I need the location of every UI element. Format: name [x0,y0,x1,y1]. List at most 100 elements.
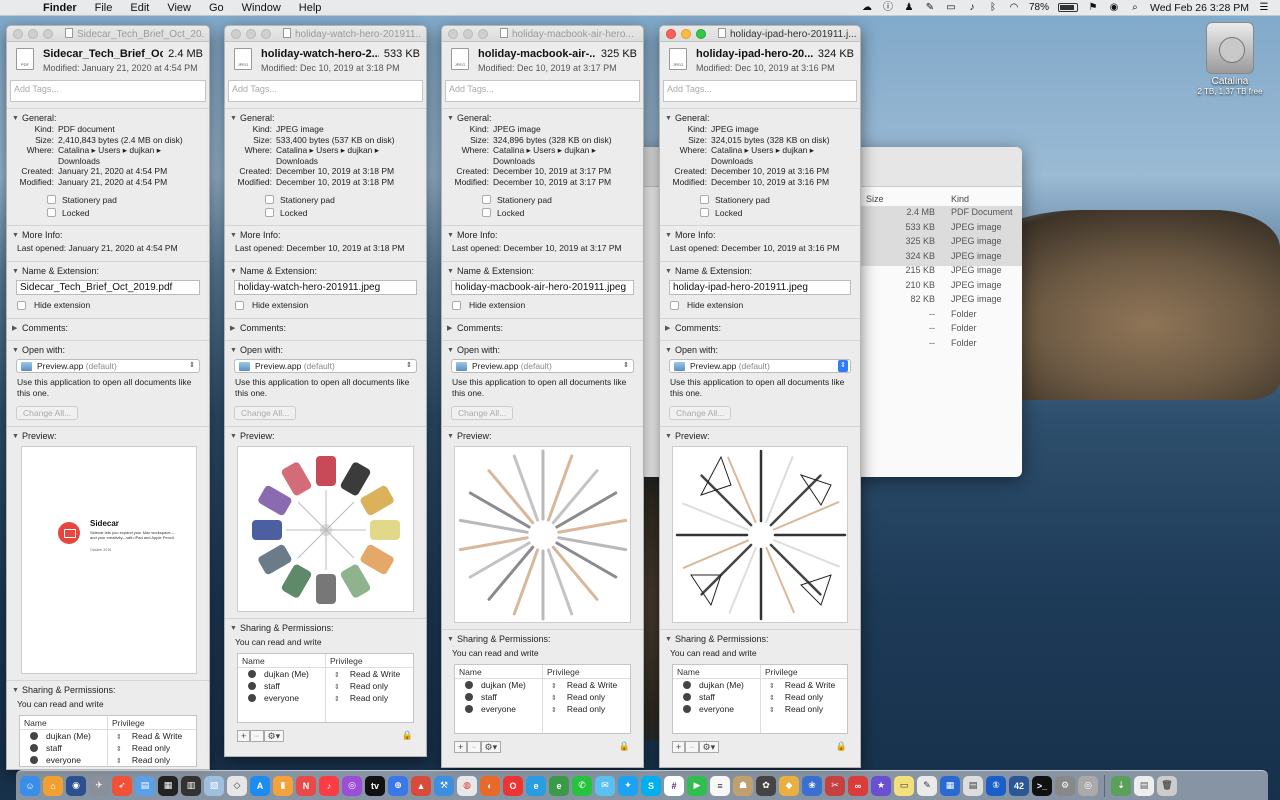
news-dock-icon[interactable]: N [296,775,316,796]
flag-icon[interactable]: ⚑ [1087,2,1099,13]
imovie-dock-icon[interactable]: ★ [871,775,891,796]
sketch-dock-icon[interactable]: ◆ [779,775,799,796]
locked-checkbox[interactable]: Locked [660,206,860,219]
section-comments[interactable]: ▶ Comments: [442,322,643,334]
menu-help[interactable]: Help [290,2,331,14]
whatsapp-dock-icon[interactable]: ✆ [572,775,592,796]
onepassword-icon[interactable]: ⓘ [882,2,894,13]
section-more-info[interactable]: ▼ More Info: [660,229,860,241]
locked-checkbox[interactable]: Locked [442,206,643,219]
stocks-dock-icon[interactable]: ▥ [181,775,201,796]
lock-icon[interactable]: 🔒 [399,730,416,742]
change-all-button[interactable]: Change All... [234,406,297,420]
section-general[interactable]: ▼ General: [225,112,426,124]
section-name-extension[interactable]: ▼ Name & Extension: [225,265,426,277]
activity-dock-icon[interactable]: ▦ [158,775,178,796]
tags-field[interactable]: Add Tags... [445,80,640,102]
zoom-button[interactable] [43,29,53,39]
display-icon[interactable]: ▭ [945,2,957,13]
podcasts-dock-icon[interactable]: ◎ [342,775,362,796]
stationery-checkbox[interactable]: Stationery pad [7,193,209,206]
section-more-info[interactable]: ▼ More Info: [7,229,209,241]
photos-app-dock-icon[interactable]: ❀ [802,775,822,796]
hide-extension-checkbox[interactable]: Hide extension [7,298,209,312]
section-sharing[interactable]: ▼ Sharing & Permissions: [660,633,860,645]
spotlight-search-icon[interactable]: ⌕ [1129,2,1141,13]
system-info-dock-icon[interactable]: ▦ [940,775,960,796]
tags-field[interactable]: Add Tags... [10,80,206,102]
music-dock-icon[interactable]: ♪ [319,775,339,796]
minimize-button[interactable] [28,29,38,39]
onepassword-dock-icon[interactable]: ① [986,775,1006,796]
notes-dock-icon[interactable]: ≡ [710,775,730,796]
window-titlebar[interactable]: holiday-watch-hero-201911... [225,26,426,42]
change-all-button[interactable]: Change All... [451,406,514,420]
tags-field[interactable]: Add Tags... [663,80,857,102]
skype-dock-icon[interactable]: S [641,775,661,796]
section-preview[interactable]: ▼ Preview: [660,430,860,442]
finder-row[interactable]: -- Folder [860,338,1022,353]
open-with-popup[interactable]: Preview.app (default) ⇕ [451,359,634,373]
wifi-icon[interactable]: ◠ [1008,2,1020,13]
section-open-with[interactable]: ▼ Open with: [7,344,209,356]
home-dock-icon[interactable]: ⌂ [43,775,63,796]
minimize-button[interactable] [463,29,473,39]
section-general[interactable]: ▼ General: [442,112,643,124]
close-button[interactable] [448,29,458,39]
stationery-checkbox[interactable]: Stationery pad [225,193,426,206]
final-cut-dock-icon[interactable]: ✂ [825,775,845,796]
permission-row[interactable]: everyone ⇕ Read only [455,703,630,715]
stickies-dock-icon[interactable]: ▭ [894,775,914,796]
close-button[interactable] [666,29,676,39]
system-preferences-dock-icon[interactable]: ⚙ [1055,775,1075,796]
finder-row[interactable]: 215 KB JPEG image [860,265,1022,280]
launchpad-dock-icon[interactable]: ✈ [89,775,109,796]
hide-extension-checkbox[interactable]: Hide extension [442,298,643,312]
downloads-stack-dock-icon[interactable]: ⇣ [1111,775,1131,796]
disk-utility-dock-icon[interactable]: ▤ [963,775,983,796]
permission-row[interactable]: everyone ⇕ Read only [20,754,196,766]
trash-dock-icon[interactable]: 🗑 [1157,775,1177,796]
files-dock-icon[interactable]: ▤ [135,775,155,796]
permission-row[interactable]: everyone ⇕ Read only [238,692,413,704]
siri-icon[interactable]: ◉ [1108,2,1120,13]
tags-field[interactable]: Add Tags... [228,80,423,102]
section-more-info[interactable]: ▼ More Info: [225,229,426,241]
filename-field[interactable]: Sidecar_Tech_Brief_Oct_2019.pdf [16,280,200,295]
close-button[interactable] [231,29,241,39]
stationery-checkbox[interactable]: Stationery pad [442,193,643,206]
section-comments[interactable]: ▶ Comments: [660,322,860,334]
finder-row[interactable]: -- Folder [860,309,1022,324]
firefox-dock-icon[interactable]: ◐ [480,775,500,796]
section-name-extension[interactable]: ▼ Name & Extension: [442,265,643,277]
section-open-with[interactable]: ▼ Open with: [225,344,426,356]
creative-cloud-dock-icon[interactable]: ∞ [848,775,868,796]
hide-extension-checkbox[interactable]: Hide extension [225,298,426,312]
menu-edit[interactable]: Edit [121,2,158,14]
textedit-dock-icon[interactable]: ✎ [917,775,937,796]
menu-view[interactable]: View [158,2,200,14]
finder-row[interactable]: 324 KB JPEG image [860,251,1022,266]
finder-dock-icon[interactable]: ☺ [20,775,40,796]
tv-dock-icon[interactable]: tv [365,775,385,796]
pen-icon[interactable]: ✎ [924,2,936,13]
section-general[interactable]: ▼ General: [7,112,209,124]
column-size[interactable]: Size [860,191,945,206]
zoom-button[interactable] [696,29,706,39]
messages-dock-icon[interactable]: ✉ [595,775,615,796]
column-kind[interactable]: Kind [945,191,975,206]
zoom-button[interactable] [478,29,488,39]
remove-permission-button[interactable]: − [467,740,481,753]
filename-field[interactable]: holiday-ipad-hero-201911.jpeg [669,280,851,295]
battery-percent[interactable]: 78% [1029,2,1049,13]
change-all-button[interactable]: Change All... [669,406,732,420]
open-with-popup[interactable]: Preview.app (default) ⇕ [234,359,417,373]
change-all-button[interactable]: Change All... [16,406,79,420]
testflight-dock-icon[interactable]: ⊕ [388,775,408,796]
slack-dock-icon[interactable]: # [664,775,684,796]
section-comments[interactable]: ▶ Comments: [225,322,426,334]
facetime-dock-icon[interactable]: ▶ [687,775,707,796]
menu-window[interactable]: Window [233,2,290,14]
contacts-dock-icon[interactable]: ☗ [733,775,753,796]
siri-dock-icon[interactable]: ◉ [66,775,86,796]
